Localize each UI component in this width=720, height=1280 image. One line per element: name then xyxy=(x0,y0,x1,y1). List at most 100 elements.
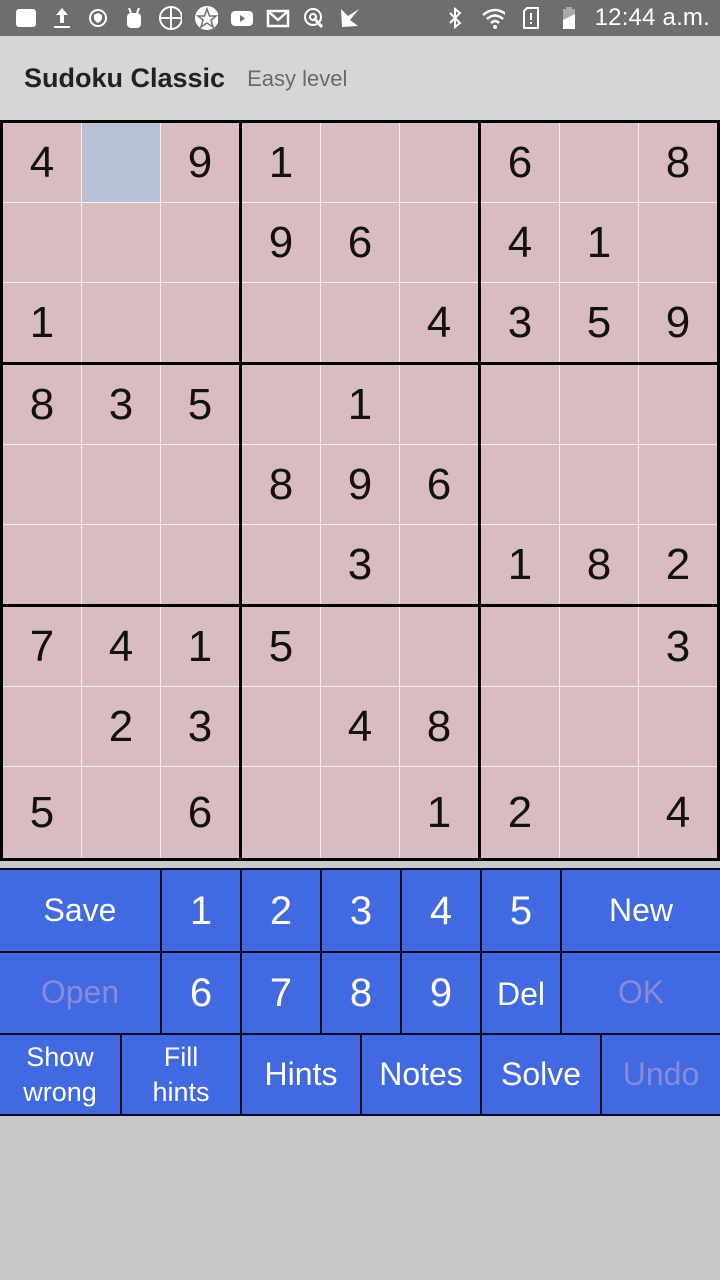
digit-5-button[interactable]: 5 xyxy=(482,870,560,951)
sudoku-cell[interactable] xyxy=(161,525,239,604)
sudoku-cell[interactable] xyxy=(161,203,239,282)
sudoku-cell[interactable]: 1 xyxy=(242,123,320,202)
sudoku-cell[interactable] xyxy=(400,607,478,686)
sudoku-cell[interactable] xyxy=(560,767,638,858)
sudoku-cell[interactable]: 8 xyxy=(639,123,717,202)
sudoku-cell[interactable]: 6 xyxy=(161,767,239,858)
hints-button[interactable]: Hints xyxy=(242,1035,360,1114)
sudoku-cell[interactable]: 4 xyxy=(639,767,717,858)
sudoku-cell[interactable]: 3 xyxy=(481,283,559,362)
sudoku-cell[interactable] xyxy=(321,767,399,858)
sudoku-cell[interactable] xyxy=(560,123,638,202)
digit-8-button[interactable]: 8 xyxy=(322,953,400,1033)
sudoku-cell[interactable] xyxy=(3,445,81,524)
digit-6-button[interactable]: 6 xyxy=(162,953,240,1033)
sudoku-cell[interactable]: 5 xyxy=(560,283,638,362)
sudoku-cell[interactable] xyxy=(639,365,717,444)
new-game-button[interactable]: New xyxy=(562,870,720,951)
sudoku-cell[interactable] xyxy=(481,687,559,766)
undo-button[interactable]: Undo xyxy=(602,1035,720,1114)
sudoku-cell[interactable] xyxy=(639,203,717,282)
sudoku-cell[interactable] xyxy=(560,687,638,766)
solve-button[interactable]: Solve xyxy=(482,1035,600,1114)
digit-9-button[interactable]: 9 xyxy=(402,953,480,1033)
sudoku-cell[interactable] xyxy=(82,767,160,858)
sudoku-cell[interactable]: 9 xyxy=(639,283,717,362)
digit-7-button[interactable]: 7 xyxy=(242,953,320,1033)
sudoku-cell[interactable]: 1 xyxy=(321,365,399,444)
sudoku-cell[interactable] xyxy=(82,525,160,604)
save-button[interactable]: Save xyxy=(0,870,160,951)
sudoku-cell[interactable] xyxy=(321,607,399,686)
sudoku-cell[interactable] xyxy=(161,445,239,524)
sudoku-cell[interactable]: 9 xyxy=(321,445,399,524)
sudoku-cell[interactable]: 4 xyxy=(481,203,559,282)
sudoku-cell[interactable]: 3 xyxy=(639,607,717,686)
digit-4-button[interactable]: 4 xyxy=(402,870,480,951)
sudoku-cell[interactable]: 4 xyxy=(321,687,399,766)
sudoku-cell[interactable] xyxy=(400,365,478,444)
sudoku-cell[interactable]: 5 xyxy=(161,365,239,444)
sudoku-cell[interactable] xyxy=(560,607,638,686)
sudoku-cell[interactable]: 8 xyxy=(242,445,320,524)
sudoku-cell[interactable]: 3 xyxy=(82,365,160,444)
digit-2-button[interactable]: 2 xyxy=(242,870,320,951)
sudoku-cell[interactable] xyxy=(242,687,320,766)
sudoku-cell[interactable]: 8 xyxy=(400,687,478,766)
digit-3-button[interactable]: 3 xyxy=(322,870,400,951)
sudoku-cell[interactable]: 6 xyxy=(481,123,559,202)
fill-hints-button[interactable]: Fill hints xyxy=(122,1035,240,1114)
sudoku-cell[interactable] xyxy=(242,365,320,444)
sudoku-cell[interactable] xyxy=(82,283,160,362)
sudoku-cell[interactable]: 9 xyxy=(242,203,320,282)
sudoku-cell[interactable] xyxy=(161,283,239,362)
sudoku-cell[interactable] xyxy=(400,525,478,604)
sudoku-cell[interactable]: 2 xyxy=(639,525,717,604)
sudoku-cell[interactable]: 9 xyxy=(161,123,239,202)
open-button[interactable]: Open xyxy=(0,953,160,1033)
sudoku-cell[interactable] xyxy=(82,445,160,524)
sudoku-cell[interactable] xyxy=(560,445,638,524)
sudoku-cell[interactable] xyxy=(400,123,478,202)
sudoku-cell[interactable] xyxy=(481,365,559,444)
sudoku-cell[interactable]: 7 xyxy=(3,607,81,686)
sudoku-cell[interactable] xyxy=(321,283,399,362)
sudoku-cell[interactable]: 4 xyxy=(400,283,478,362)
sudoku-cell[interactable] xyxy=(481,445,559,524)
sudoku-cell[interactable] xyxy=(242,525,320,604)
sudoku-cell[interactable] xyxy=(3,525,81,604)
sudoku-cell[interactable]: 8 xyxy=(560,525,638,604)
sudoku-cell[interactable] xyxy=(481,607,559,686)
sudoku-cell[interactable]: 4 xyxy=(3,123,81,202)
sudoku-cell[interactable] xyxy=(400,203,478,282)
sudoku-cell[interactable]: 2 xyxy=(82,687,160,766)
sudoku-cell[interactable] xyxy=(639,687,717,766)
sudoku-cell[interactable] xyxy=(560,365,638,444)
sudoku-cell[interactable]: 2 xyxy=(481,767,559,858)
sudoku-cell[interactable]: 3 xyxy=(321,525,399,604)
ok-button[interactable]: OK xyxy=(562,953,720,1033)
sudoku-cell[interactable] xyxy=(639,445,717,524)
sudoku-cell[interactable]: 1 xyxy=(560,203,638,282)
sudoku-cell[interactable]: 1 xyxy=(161,607,239,686)
delete-button[interactable]: Del xyxy=(482,953,560,1033)
sudoku-cell[interactable] xyxy=(321,123,399,202)
sudoku-cell[interactable]: 4 xyxy=(82,607,160,686)
notes-button[interactable]: Notes xyxy=(362,1035,480,1114)
sudoku-cell[interactable] xyxy=(242,767,320,858)
sudoku-cell[interactable] xyxy=(3,203,81,282)
sudoku-cell[interactable]: 3 xyxy=(161,687,239,766)
sudoku-cell[interactable]: 1 xyxy=(400,767,478,858)
sudoku-cell[interactable]: 6 xyxy=(400,445,478,524)
sudoku-cell[interactable]: 5 xyxy=(242,607,320,686)
sudoku-cell[interactable]: 8 xyxy=(3,365,81,444)
sudoku-cell[interactable]: 6 xyxy=(321,203,399,282)
sudoku-cell[interactable] xyxy=(82,123,160,202)
sudoku-cell[interactable] xyxy=(3,687,81,766)
sudoku-cell[interactable]: 1 xyxy=(3,283,81,362)
sudoku-cell[interactable]: 5 xyxy=(3,767,81,858)
show-wrong-button[interactable]: Show wrong xyxy=(0,1035,120,1114)
digit-1-button[interactable]: 1 xyxy=(162,870,240,951)
sudoku-cell[interactable]: 1 xyxy=(481,525,559,604)
sudoku-cell[interactable] xyxy=(242,283,320,362)
